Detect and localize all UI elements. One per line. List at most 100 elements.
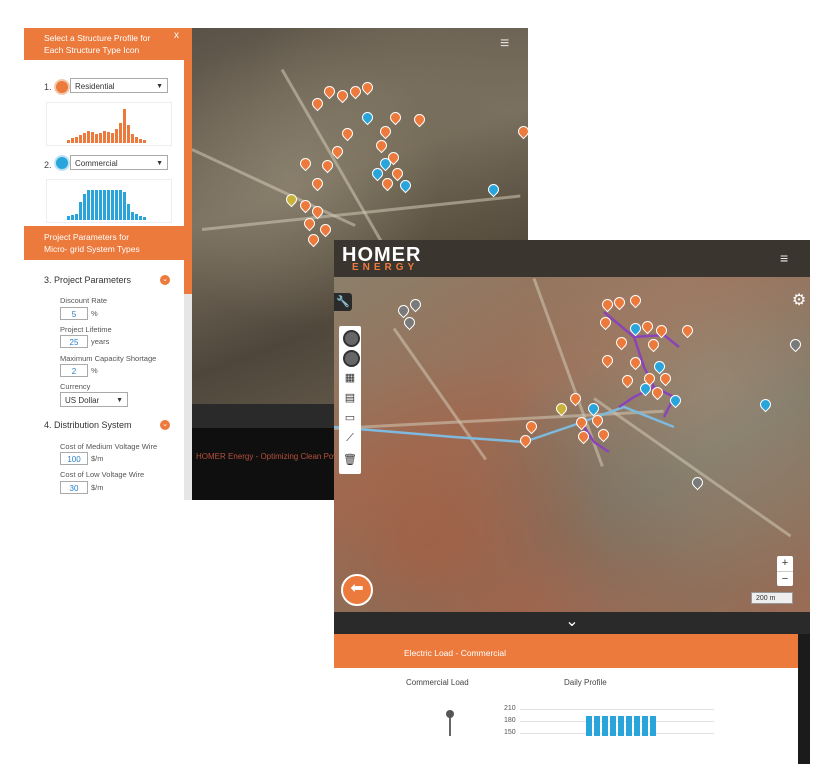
histogram-bar: [119, 190, 122, 220]
medium-voltage-cost-input[interactable]: 100: [60, 452, 88, 465]
generator-tool-icon[interactable]: ▭: [342, 410, 358, 426]
histogram-bar: [143, 217, 146, 220]
histogram-bar: [135, 214, 138, 220]
expand-bar[interactable]: ⌄: [334, 612, 810, 634]
select-value: US Dollar: [65, 396, 100, 405]
structure-tool-icon[interactable]: [343, 330, 360, 347]
road: [201, 194, 521, 231]
gridline: [520, 733, 714, 734]
zoom-out-button[interactable]: −: [777, 571, 793, 586]
residential-marker[interactable]: [379, 175, 396, 192]
residential-marker[interactable]: [377, 123, 394, 140]
project-lifetime-input[interactable]: 25: [60, 335, 88, 348]
residential-marker[interactable]: [297, 155, 314, 172]
distribution-network: [334, 311, 680, 454]
residential-marker[interactable]: [334, 87, 351, 104]
scrollbar-track[interactable]: [184, 294, 192, 500]
project-parameters-title: 3. Project Parameters: [44, 275, 132, 285]
capacity-shortage-input[interactable]: 2: [60, 364, 88, 377]
histogram-bar: [115, 129, 118, 143]
residential-marker[interactable]: [515, 123, 528, 140]
histogram-bar: [111, 190, 114, 220]
window-edge: [798, 634, 810, 764]
histogram-bar: [75, 214, 78, 220]
trash-icon[interactable]: 🗑: [342, 452, 358, 468]
discount-rate-input[interactable]: 5: [60, 307, 88, 320]
hamburger-menu-icon[interactable]: ≡: [780, 251, 788, 265]
field-label: Project Lifetime: [60, 325, 112, 334]
field-label: Maximum Capacity Shortage: [60, 354, 157, 363]
histogram-bar: [91, 132, 94, 143]
field-label: Cost of Low Voltage Wire: [60, 470, 145, 479]
load-panel-title: Electric Load - Commercial: [404, 648, 507, 658]
residential-histogram: [46, 102, 172, 146]
residential-marker[interactable]: [339, 125, 356, 142]
residential-marker[interactable]: [321, 83, 338, 100]
low-voltage-cost-input[interactable]: 30: [60, 481, 88, 494]
y-tick-label: 180: [504, 717, 516, 724]
histogram-bar: [79, 202, 82, 220]
collapse-chevron-icon[interactable]: ⌄: [160, 420, 170, 430]
commercial-marker[interactable]: [359, 109, 376, 126]
residential-marker[interactable]: [309, 95, 326, 112]
field-unit: years: [91, 337, 110, 346]
field-label: Discount Rate: [60, 296, 108, 305]
commercial-profile-select[interactable]: Commercial ▼: [70, 155, 168, 170]
residential-marker[interactable]: [411, 111, 428, 128]
residential-marker[interactable]: [317, 221, 334, 238]
currency-label: Currency: [60, 382, 91, 391]
road: [191, 148, 356, 227]
residential-marker[interactable]: [387, 109, 404, 126]
wrench-icon[interactable]: 🔧: [334, 293, 352, 311]
commercial-marker[interactable]: [397, 177, 414, 194]
header-bg: [144, 226, 184, 260]
footer-text: HOMER Energy - Optimizing Clean Power E: [196, 452, 354, 461]
histogram-bar: [115, 190, 118, 220]
residential-marker[interactable]: [373, 137, 390, 154]
scrollbar-thumb[interactable]: [184, 28, 192, 294]
field-unit: %: [91, 309, 98, 318]
y-tick-label: 210: [504, 705, 516, 712]
histogram-bar: [143, 140, 146, 143]
zoom-control: + −: [777, 556, 793, 586]
histogram-bar: [127, 204, 130, 220]
residential-marker[interactable]: [359, 79, 376, 96]
histogram-bar: [123, 109, 126, 143]
daily-profile-bar: [650, 716, 656, 736]
grid-tool-icon[interactable]: ▦: [342, 370, 358, 386]
zoom-in-button[interactable]: +: [777, 556, 793, 571]
line-tool-icon[interactable]: ⟋: [342, 430, 358, 446]
daily-profile-label: Daily Profile: [564, 678, 607, 687]
battery-tool-icon[interactable]: ▤: [342, 390, 358, 406]
project-parameters-header: Project Parameters for Micro- grid Syste…: [24, 226, 144, 260]
back-arrow-button[interactable]: ⬅: [341, 574, 373, 606]
histogram-bar: [131, 212, 134, 220]
chevron-down-icon[interactable]: ⌄: [565, 613, 578, 630]
close-button[interactable]: x: [174, 30, 179, 41]
daily-profile-bar: [642, 716, 648, 736]
histogram-bar: [83, 133, 86, 143]
histogram-bar: [71, 215, 74, 220]
field-unit: %: [91, 366, 98, 375]
commercial-icon: [54, 155, 70, 171]
structure-alt-tool-icon[interactable]: [343, 350, 360, 367]
residential-marker[interactable]: [309, 175, 326, 192]
collapse-chevron-icon[interactable]: ⌄: [160, 275, 170, 285]
arrow-left-icon: ⬅: [350, 580, 364, 597]
commercial-histogram: [46, 179, 172, 223]
gear-icon[interactable]: ⚙: [789, 291, 809, 311]
histogram-bar: [71, 138, 74, 143]
histogram-bar: [103, 131, 106, 143]
chevron-down-icon: ▼: [116, 397, 123, 404]
histogram-bar: [99, 133, 102, 143]
power-pole-head: [446, 710, 454, 718]
map-tool-palette: ▦ ▤ ▭ ⟋ 🗑: [339, 326, 361, 474]
residential-profile-select[interactable]: Residential ▼: [70, 78, 168, 93]
currency-select[interactable]: US Dollar ▼: [60, 392, 128, 407]
commercial-marker[interactable]: [485, 181, 502, 198]
histogram-bar: [119, 123, 122, 143]
front-satellite-map[interactable]: [334, 277, 810, 651]
histogram-bar: [87, 131, 90, 143]
hamburger-menu-icon[interactable]: ≡: [500, 36, 516, 52]
residential-marker[interactable]: [305, 231, 322, 248]
